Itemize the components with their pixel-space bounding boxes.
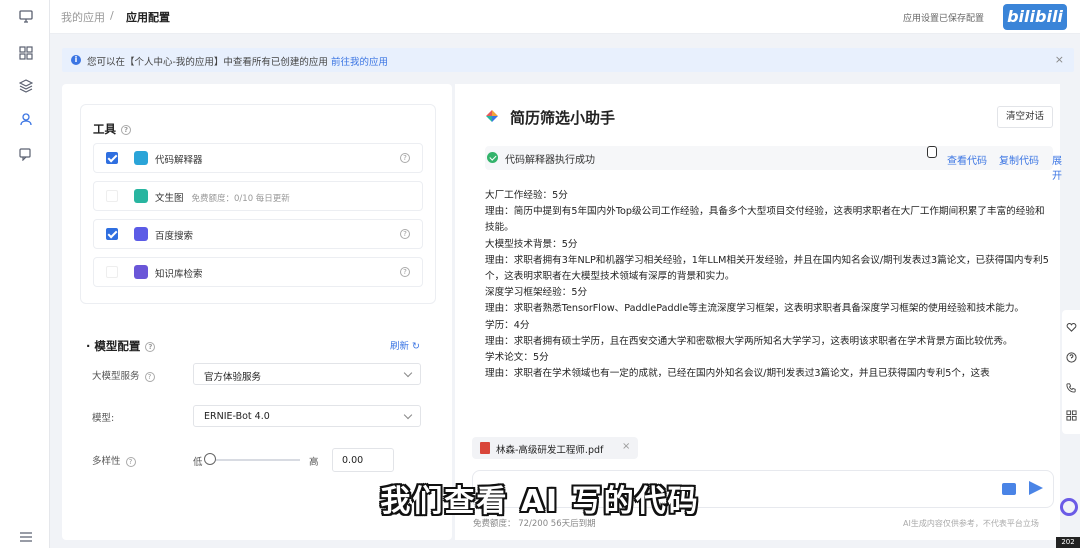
phone-icon[interactable] (1066, 382, 1077, 393)
mouse-cursor-icon (927, 146, 937, 158)
diversity-low-label: 低 (193, 457, 203, 468)
left-rail (0, 0, 50, 548)
help-icon[interactable]: ? (400, 229, 410, 239)
clear-conversation-button[interactable]: 清空对话 (997, 106, 1053, 128)
help-icon[interactable]: ? (144, 371, 155, 382)
response-line: 理由：求职者拥有3年NLP和机器学习相关经验，1年LLM相关开发经验，并且在国内… (485, 254, 1049, 283)
help-icon[interactable]: ? (125, 456, 136, 467)
model-label: 模型: (92, 413, 115, 424)
success-icon (487, 152, 498, 163)
notice-text: 您可以在【个人中心-我的应用】中查看所有已创建的应用 前往我的应用 (87, 57, 388, 68)
tool-name: 知识库检索 (155, 269, 203, 280)
response-line: 理由：求职者拥有硕士学历，且在西安交通大学和密歇根大学两所知名大学学习，这表明该… (485, 335, 1013, 347)
chat-icon[interactable] (19, 147, 33, 161)
model-select[interactable]: ERNIE-Bot 4.0 (193, 405, 421, 427)
goto-my-apps-link[interactable]: 前往我的应用 (331, 57, 388, 68)
breadcrumb-parent[interactable]: 我的应用 (61, 9, 105, 25)
response-line: 深度学习框架经验：5分 (485, 287, 588, 299)
book-icon (134, 265, 148, 279)
image-icon (134, 189, 148, 203)
service-label: 大模型服务? (92, 368, 155, 382)
close-icon[interactable]: × (1055, 53, 1064, 66)
diversity-slider-knob[interactable] (204, 453, 216, 465)
pdf-icon (480, 442, 490, 454)
diversity-input[interactable]: 0.00 (332, 448, 394, 472)
assistant-logo-icon (486, 110, 498, 122)
free-quota: 免费额度： 72/200 56天后到期 (473, 519, 596, 529)
heart-icon[interactable] (1066, 322, 1077, 333)
tool-knowledge-base[interactable]: 知识库检索 ? (93, 257, 423, 287)
breadcrumb-separator: / (110, 9, 114, 22)
checkbox-unchecked[interactable] (106, 266, 118, 278)
layers-icon[interactable] (19, 79, 33, 93)
tool-name: 文生图 免费额度：0/10 每日更新 (155, 193, 290, 204)
page-title: 应用配置 (126, 11, 170, 24)
floating-toolbar (1062, 310, 1080, 434)
response-line: 学历：4分 (485, 319, 530, 331)
exec-status-text: 代码解释器执行成功 (505, 155, 595, 166)
tool-code-interpreter[interactable]: 代码解释器 ? (93, 143, 423, 173)
tool-text-to-image[interactable]: 文生图 免费额度：0/10 每日更新 (93, 181, 423, 211)
checkbox-checked[interactable] (106, 152, 118, 164)
help-icon[interactable]: ? (400, 267, 410, 277)
diversity-high-label: 高 (309, 457, 319, 468)
ai-assistant-icon[interactable] (1060, 498, 1078, 516)
attachment-name: 林森-高级研发工程师.pdf (496, 445, 604, 456)
top-bar: 我的应用 / 应用配置 应用设置已保存配置 bilibili (50, 0, 1080, 34)
model-config-title: · 模型配置? (86, 338, 156, 354)
assistant-response: 大厂工作经验：5分 理由：简历中提到有5年国内外Top级公司工作经验，具备多个大… (485, 188, 1050, 382)
remove-attachment-icon[interactable]: × (622, 441, 630, 452)
help-icon[interactable]: ? (400, 153, 410, 163)
expand-button[interactable]: 展开 (1052, 152, 1062, 182)
diversity-label: 多样性? (92, 453, 136, 467)
response-line: 理由：求职者熟悉TensorFlow、PaddlePaddle等主流深度学习框架… (485, 303, 1025, 315)
info-notice: i 您可以在【个人中心-我的应用】中查看所有已创建的应用 前往我的应用 × (62, 48, 1074, 72)
help-icon[interactable]: ? (145, 341, 156, 352)
chevron-down-icon (403, 410, 413, 420)
code-exec-status: 代码解释器执行成功 查看代码 复制代码 展开 (485, 146, 1062, 182)
bilibili-logo: bilibili (1003, 4, 1067, 30)
user-icon[interactable] (19, 112, 33, 126)
help-icon[interactable] (1066, 352, 1077, 363)
assistant-title: 简历筛选小助手 (510, 109, 616, 127)
chevron-down-icon (403, 368, 413, 378)
video-subtitle: 我们查看 AI 写的代码 (380, 484, 700, 519)
corner-tag: 202 (1056, 537, 1080, 548)
ai-disclaimer: AI生成内容仅供参考，不代表平台立场 (903, 519, 1039, 528)
code-icon (134, 151, 148, 165)
config-panel: 工具? 代码解释器 ? 文生图 免费额度：0/10 每日更新 百度搜索 ? 知识库… (62, 84, 452, 540)
view-code-button[interactable]: 查看代码 (947, 152, 987, 167)
tool-baidu-search[interactable]: 百度搜索 ? (93, 219, 423, 249)
tools-title: 工具? (93, 121, 131, 137)
refresh-button[interactable]: 刷新 ↻ (390, 338, 420, 352)
response-line: 理由：简历中提到有5年国内外Top级公司工作经验，具备多个大型项目交付经验，这表… (485, 206, 1045, 234)
help-icon[interactable]: ? (121, 124, 131, 135)
save-status: 应用设置已保存配置 (903, 14, 985, 24)
list-icon[interactable] (19, 530, 33, 544)
diversity-slider-track[interactable] (210, 459, 300, 461)
tool-name: 代码解释器 (155, 155, 203, 166)
attachment-chip[interactable]: 林森-高级研发工程师.pdf × (472, 437, 638, 459)
service-select[interactable]: 官方体验服务 (193, 363, 421, 385)
info-icon: i (71, 55, 81, 65)
checkbox-checked[interactable] (106, 228, 118, 240)
tool-name: 百度搜索 (155, 231, 194, 242)
checkbox-unchecked[interactable] (106, 190, 118, 202)
search-icon (134, 227, 148, 241)
response-line: 理由：求职者在学术领域也有一定的成就，已经在国内外知名会议/期刊发表过3篇论文，… (485, 368, 990, 380)
copy-code-button[interactable]: 复制代码 (999, 152, 1039, 167)
grid-icon[interactable] (19, 46, 33, 60)
response-line: 学术论文：5分 (485, 352, 549, 364)
response-line: 大厂工作经验：5分 (485, 190, 568, 201)
response-line: 大模型技术背景：5分 (485, 238, 578, 250)
tools-card: 工具? 代码解释器 ? 文生图 免费额度：0/10 每日更新 百度搜索 ? 知识库… (80, 104, 436, 304)
free-quota-label: 免费额度：0/10 每日更新 (191, 194, 290, 204)
apps-icon[interactable] (1066, 410, 1077, 421)
monitor-icon[interactable] (19, 9, 33, 23)
